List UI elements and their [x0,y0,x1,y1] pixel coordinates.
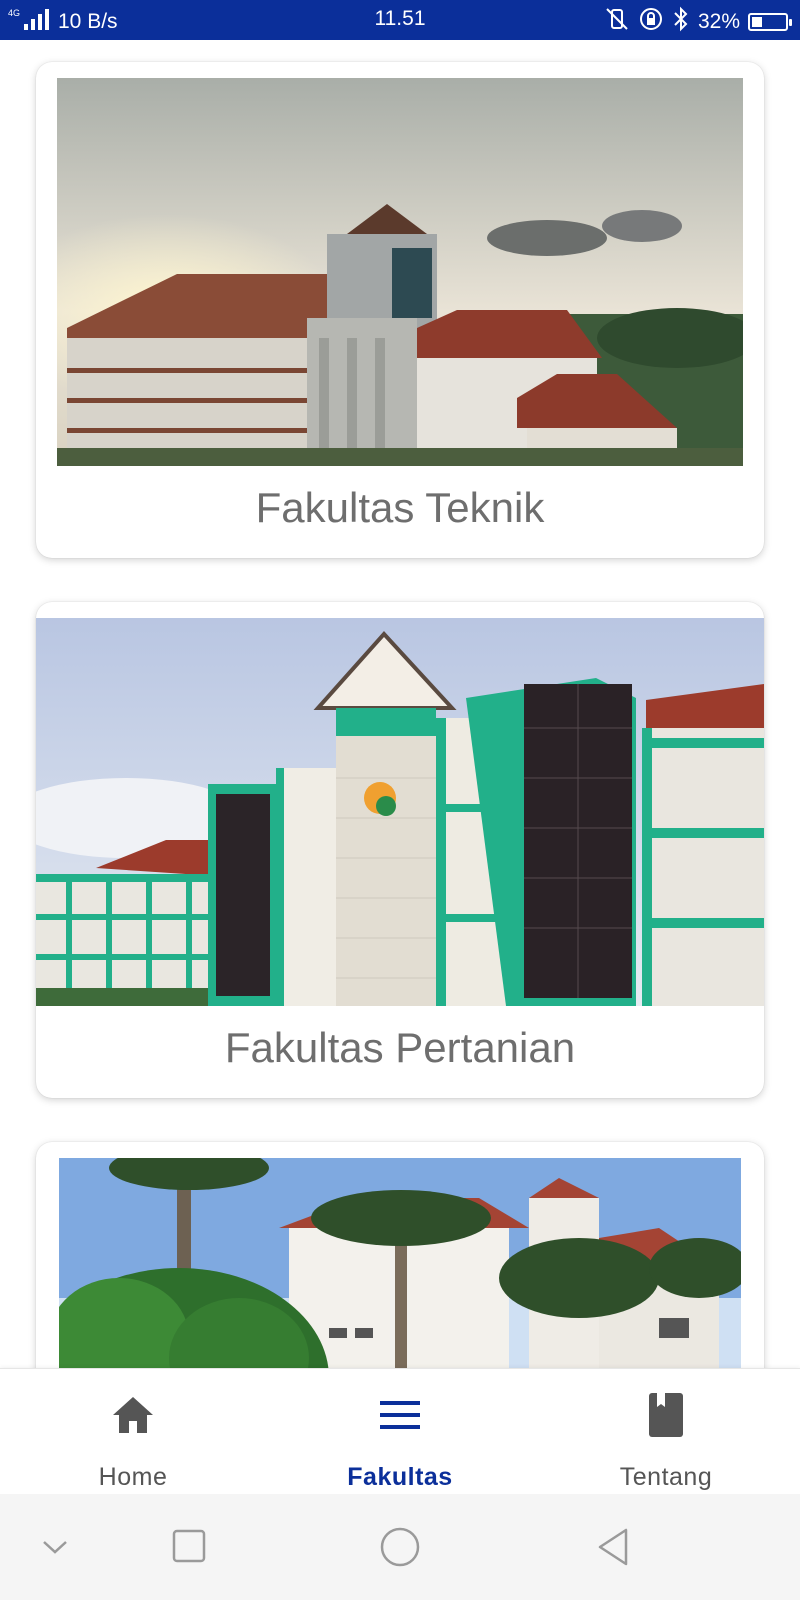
nav-item-home[interactable]: Home [43,1369,223,1495]
recents-icon[interactable] [164,1522,214,1572]
nav-item-tentang[interactable]: Tentang [576,1369,756,1495]
faculty-card[interactable]: Fakultas Teknik [36,62,764,558]
back-icon[interactable] [590,1522,640,1572]
nav-label-fakultas: Fakultas [347,1463,453,1491]
system-navigation-bar [0,1494,800,1600]
battery-percent: 32% [697,10,740,33]
book-icon [642,1391,690,1439]
nav-label-home: Home [98,1463,168,1491]
home-circle-icon[interactable] [375,1522,425,1572]
bluetooth-icon [672,6,690,38]
bottom-navigation: Home Fakultas Tentang [0,1368,800,1494]
status-bar: 4G 10 B/s 11.51 32% [0,0,800,40]
rotation-lock-icon [638,6,664,38]
nav-item-fakultas[interactable]: Fakultas [310,1369,490,1495]
battery-icon [748,13,792,31]
battery-level-fill [752,17,762,27]
nav-label-tentang: Tentang [619,1463,713,1491]
home-icon [109,1391,157,1439]
mute-vibrate-icon [604,6,630,38]
faculty-name: Fakultas Pertanian [224,1024,576,1071]
agriculture-building-photo [36,618,764,1006]
faculty-card[interactable]: Fakultas Pertanian [36,602,764,1098]
collapse-icon[interactable] [30,1522,80,1572]
app-screen: 4G 10 B/s 11.51 32% Fakultas Teknik Faku… [0,0,800,1600]
faculty-name: Fakultas Teknik [255,484,545,531]
menu-icon [376,1391,424,1439]
engineering-building-photo [57,78,743,466]
